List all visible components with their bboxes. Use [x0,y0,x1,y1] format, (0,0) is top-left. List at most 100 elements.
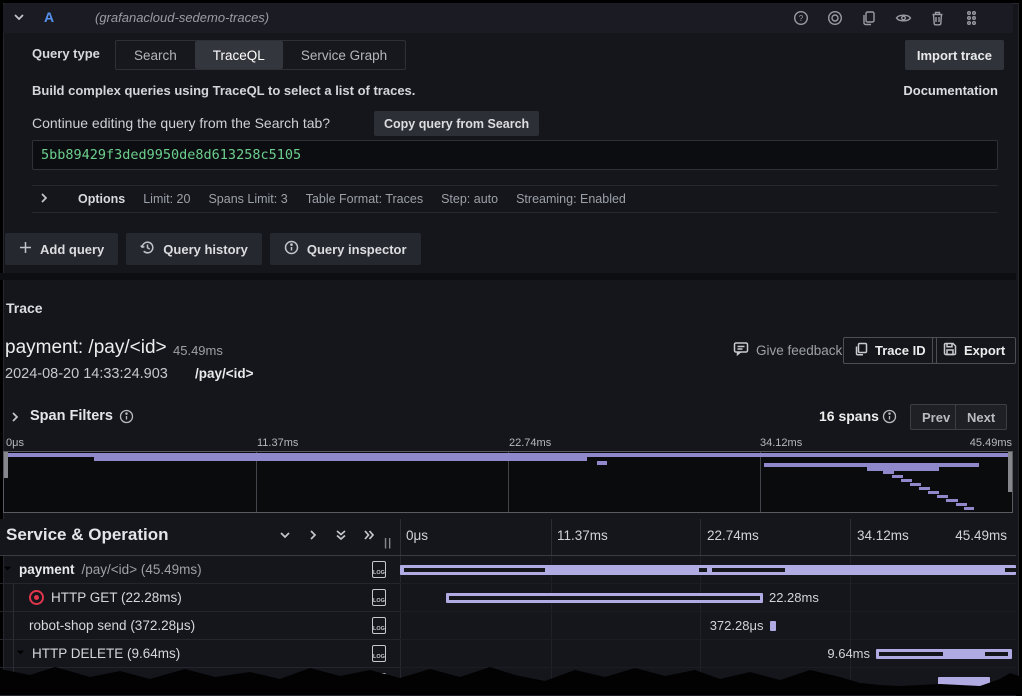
option-streaming: Streaming: Enabled [516,192,626,206]
span-bar[interactable] [938,677,990,687]
tab-traceql[interactable]: TraceQL [195,41,283,69]
timeline-tick-4: 45.49ms [955,528,1007,543]
duplicate-query-icon[interactable] [857,7,881,29]
minimap-span-bar [919,487,930,490]
timeline-tick-2: 22.74ms [707,528,759,543]
import-trace-button[interactable]: Import trace [905,40,1004,70]
option-step: Step: auto [441,192,498,206]
minimap-gridline [760,452,761,512]
export-button[interactable]: Export [932,337,1016,364]
span-bar-segment [879,652,943,656]
drag-handle-icon[interactable] [959,7,983,29]
options-accordion[interactable]: Options Limit: 20 Spans Limit: 3 Table F… [32,185,998,213]
query-history-button[interactable]: Query history [126,233,262,265]
panel-divider [0,273,1016,280]
query-row-header[interactable]: A (grafanacloud-sedemo-traces) ? [3,3,1013,33]
log-icon[interactable]: LOG [372,589,386,606]
log-icon[interactable]: LOG [372,673,386,690]
minimap-span-bar [946,499,957,502]
span-name: robot-shop send (372.28μs) [29,618,195,633]
log-icon[interactable]: LOG [372,561,386,578]
trace-timeline-minimap[interactable] [3,451,1013,513]
option-table-format: Table Format: Traces [306,192,423,206]
minimap-span-bar [597,461,607,465]
traceql-hint-text: Build complex queries using TraceQL to s… [32,83,415,98]
span-filters-label[interactable]: Span Filters [30,408,113,424]
span-row-payment[interactable]: payment /pay/<id> (45.49ms) LOG [0,556,1016,584]
log-icon[interactable]: LOG [372,617,386,634]
collapse-one-icon[interactable] [278,528,292,545]
comment-icon [733,341,749,359]
tab-service-graph[interactable]: Service Graph [283,41,405,69]
query-value[interactable]: 5bb89429f3ded9950de8d613258c5105 [41,147,301,163]
expand-one-icon[interactable] [306,528,320,545]
trace-id-button[interactable]: Trace ID [843,337,937,364]
collapse-query-chevron-icon[interactable] [13,11,25,26]
span-duration-label: 9.64ms [827,646,870,661]
span-filters-info-icon[interactable] [119,409,134,427]
span-row-http-get[interactable]: HTTP GET (22.28ms) LOG 22.28ms [0,584,1016,612]
span-count-info-icon[interactable] [882,409,897,427]
span-duration-label: 372.28μs [710,618,764,633]
log-icon[interactable]: LOG [372,645,386,662]
minimap-tick-3: 34.12ms [760,437,802,449]
service-operation-header: Service & Operation [6,525,169,545]
column-resizer-handle[interactable]: || [384,537,392,549]
minimap-span-bar [892,475,903,478]
span-count: 16 spans [819,408,879,424]
expand-all-icon[interactable] [362,528,376,545]
trace-name: payment: /pay/<id> [5,337,167,359]
minimap-range-handle-right[interactable] [1008,452,1012,492]
next-span-button[interactable]: Next [955,404,1007,430]
continue-editing-text: Continue editing the query from the Sear… [32,115,330,131]
span-filters-chevron-icon[interactable] [9,411,21,426]
give-feedback-link[interactable]: Give feedback [733,341,842,359]
minimap-tick-0: 0μs [6,437,24,449]
disable-query-icon[interactable] [823,7,847,29]
span-operation: /pay/<id> (45.49ms) [82,562,202,577]
minimap-tick-4: 45.49ms [970,437,1012,449]
minimap-span-bar [94,457,587,461]
copy-query-from-search-button[interactable]: Copy query from Search [374,111,539,136]
root-span-breadcrumb: /pay/<id> [195,366,254,381]
options-chevron-icon[interactable] [38,192,50,207]
minimap-span-bar [964,507,974,510]
hide-response-eye-icon[interactable] [891,7,915,29]
info-circle-icon [284,240,299,258]
span-bar-segment [712,568,785,572]
query-inspector-button[interactable]: Query inspector [270,233,421,265]
query-type-tabs: Search TraceQL Service Graph [115,40,406,70]
minimap-gridline [508,452,509,512]
span-row-http-delete[interactable]: HTTP DELETE (9.64ms) LOG 9.64ms [0,640,1016,668]
span-row-robot-shop-send[interactable]: robot-shop send (372.28μs) LOG 372.28μs [0,612,1016,640]
remove-query-trash-icon[interactable] [925,7,949,29]
minimap-span-bar [937,495,948,498]
span-duration-label: 22.28ms [769,590,819,605]
options-label: Options [78,192,125,206]
span-bar[interactable] [400,565,1016,575]
minimap-tick-1: 11.37ms [257,437,298,449]
option-limit: Limit: 20 [143,192,190,206]
minimap-range-handle-left[interactable] [4,452,8,478]
minimap-span-bar [956,503,967,506]
minimap-span-bar [867,467,940,471]
row-chevron-icon[interactable] [2,562,13,577]
query-ref-id: A [44,9,54,25]
svg-text:?: ? [799,14,804,23]
span-bar[interactable] [770,621,776,631]
span-bar[interactable] [446,593,763,603]
documentation-link[interactable]: Documentation [903,83,998,98]
span-bar[interactable] [876,649,1012,659]
tab-search[interactable]: Search [116,41,195,69]
span-row-partial[interactable]: LOG [0,668,1016,696]
collapse-all-icon[interactable] [334,528,348,545]
add-query-button[interactable]: Add query [5,233,118,265]
minimap-span-bar [901,479,912,482]
save-icon [943,342,957,359]
history-icon [140,240,155,258]
traceql-query-editor[interactable]: 5bb89429f3ded9950de8d613258c5105 [32,140,998,170]
timeline-tick-3: 34.12ms [857,528,909,543]
row-chevron-icon[interactable] [15,646,26,661]
trace-panel-title: Trace [6,300,43,316]
help-icon[interactable]: ? [789,7,813,29]
